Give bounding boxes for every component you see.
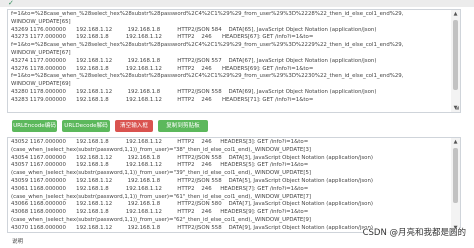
check-icon: ✓	[8, 0, 14, 7]
output-lines: 43052 1167.000000 192.168.1.8 192.168.1.…	[11, 139, 448, 232]
output-line: 43068 1168.000000 192.168.1.8 192.168.1.…	[11, 209, 309, 216]
output-line: (case_when_(select_hex(substr(password,1…	[11, 146, 311, 153]
input-line: f=1&to=%28case_when_%28select_hex%28subs…	[11, 11, 404, 17]
clear-input-button[interactable]: 清空输入框	[115, 120, 153, 132]
input-line: f=1&to=%28case_when_%28select_hex%28subs…	[11, 73, 404, 80]
input-line: 43273 1177.000000 192.168.1.8 192.168.1.…	[11, 34, 314, 41]
output-line: (case_when_(select_hex(substr(password,1…	[11, 193, 311, 200]
output-line: 43061 1168.000000 192.168.1.8 192.168.1.…	[11, 185, 309, 192]
input-line: WINDOW_UPDATE[69]	[11, 81, 71, 88]
scroll-up-icon[interactable]: ▲	[451, 138, 460, 146]
scroll-thumb[interactable]	[453, 148, 458, 203]
output-line: 43052 1167.000000 192.168.1.8 192.168.1.…	[11, 139, 309, 145]
input-line: 43283 1179.000000 192.168.1.8 192.168.1.…	[11, 96, 314, 103]
input-textarea[interactable]: f=1&to=%28case_when_%28select_hex%28subs…	[7, 9, 461, 113]
input-line: 43280 1178.000000 192.168.1.12 192.168.1…	[11, 88, 377, 95]
output-line: 43054 1167.000000 192.168.1.12 192.168.1…	[11, 154, 374, 161]
output-scrollbar[interactable]: ▲ ▼	[451, 138, 460, 232]
scroll-up-icon[interactable]: ▲	[451, 10, 460, 18]
input-line: 43274 1177.000000 192.168.1.12 192.168.1…	[11, 57, 377, 64]
url-encode-button[interactable]: URLEncode编码	[12, 120, 57, 132]
input-line: WINDOW_UPDATE[67]	[11, 49, 71, 56]
url-decode-button[interactable]: URLDecode解码	[62, 120, 110, 132]
output-line: (case_when_(select_hex(substr(password,1…	[11, 216, 311, 223]
footer-label: 说明	[12, 239, 24, 245]
input-scrollbar[interactable]: ▲ ▼	[451, 10, 460, 112]
input-line: f=1&to=%28case_when_%28select_hex%28subs…	[11, 42, 404, 49]
input-line: 43269 1176.000000 192.168.1.12 192.168.1…	[11, 26, 377, 33]
output-line: 43066 1168.000000 192.168.1.12 192.168.1…	[11, 201, 374, 208]
output-line: (case_when_(select_hex(substr(password,1…	[11, 170, 311, 177]
watermark: CSDN @月亮和我都是圆的	[362, 228, 466, 239]
output-line: 43057 1167.000000 192.168.1.8 192.168.1.…	[11, 162, 309, 169]
input-line: 43276 1178.000000 192.168.1.8 192.168.1.…	[11, 65, 314, 72]
input-lines: f=1&to=%28case_when_%28select_hex%28subs…	[11, 11, 448, 105]
output-textarea[interactable]: 43052 1167.000000 192.168.1.8 192.168.1.…	[7, 137, 461, 233]
output-line: 43059 1167.000000 192.168.1.12 192.168.1…	[11, 177, 374, 184]
copy-result-button[interactable]: 复制到剪贴板	[158, 120, 208, 132]
input-line: WINDOW_UPDATE[65]	[11, 18, 71, 25]
scroll-thumb[interactable]	[453, 20, 458, 90]
top-strip: ✓	[0, 0, 474, 7]
resize-handle-icon[interactable]: ◢	[455, 106, 459, 111]
